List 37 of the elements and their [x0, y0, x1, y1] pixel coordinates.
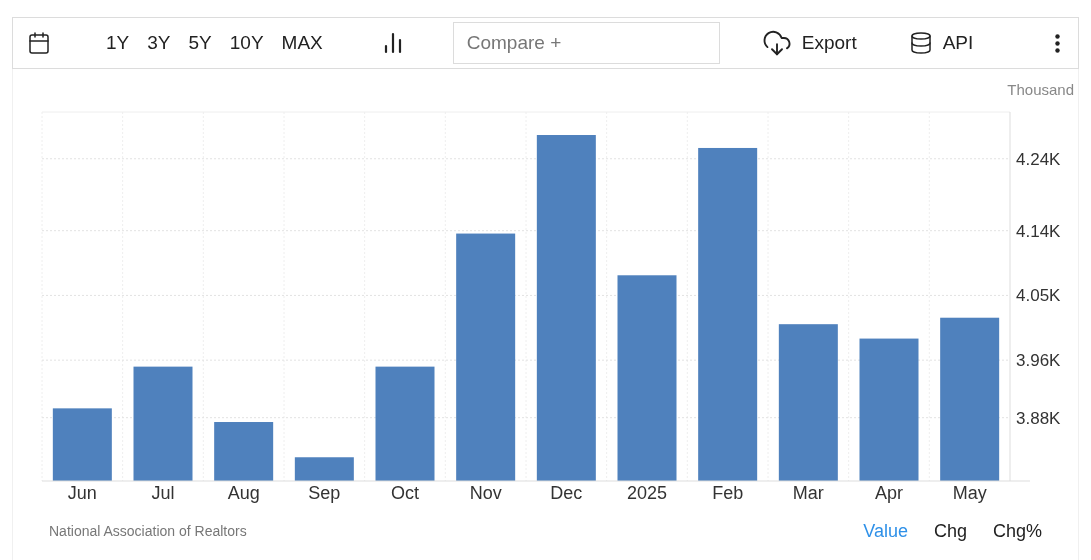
- x-axis-label: Sep: [308, 483, 341, 503]
- source-text: National Association of Realtors: [49, 522, 247, 541]
- y-axis-label: 3.88K: [1016, 408, 1061, 428]
- bar: [294, 457, 354, 481]
- calendar-button[interactable]: [26, 30, 52, 56]
- unit-label: Thousand: [1007, 82, 1074, 93]
- cloud-download-icon: [761, 28, 792, 58]
- y-axis-label: 3.96K: [1016, 351, 1061, 371]
- range-button[interactable]: MAX: [281, 28, 323, 58]
- x-axis-label: Nov: [469, 483, 502, 503]
- y-axis-label: 4.24K: [1016, 149, 1061, 169]
- x-axis-label: Jul: [151, 483, 175, 503]
- x-axis-label: Jun: [67, 483, 97, 503]
- range-button[interactable]: 5Y: [188, 28, 212, 58]
- x-axis-label: Feb: [712, 483, 744, 503]
- calendar-icon: [27, 31, 51, 55]
- compare-field[interactable]: Compare +: [452, 22, 720, 64]
- range-button[interactable]: 1Y: [106, 28, 130, 58]
- range-button[interactable]: 10Y: [229, 28, 264, 58]
- x-axis-label: May: [952, 483, 987, 503]
- x-axis-label: 2025: [627, 483, 667, 503]
- range-button[interactable]: 3Y: [147, 28, 171, 58]
- x-axis-label: Oct: [391, 483, 419, 503]
- export-button[interactable]: Export: [761, 28, 857, 58]
- api-button[interactable]: API: [908, 28, 974, 58]
- x-axis-label: Dec: [550, 483, 583, 503]
- more-icon: [1055, 33, 1060, 53]
- bar: [214, 422, 274, 481]
- x-axis-label: Apr: [875, 483, 903, 503]
- y-axis-label: 4.14K: [1016, 221, 1061, 241]
- x-axis-label: Aug: [227, 483, 260, 503]
- x-axis-label: Mar: [792, 483, 824, 503]
- database-icon: [908, 31, 933, 55]
- more-button[interactable]: [1055, 33, 1060, 53]
- view-tab[interactable]: Chg%: [992, 518, 1042, 545]
- y-axis-label: 4.05K: [1016, 286, 1061, 306]
- view-tab[interactable]: Chg: [933, 518, 967, 545]
